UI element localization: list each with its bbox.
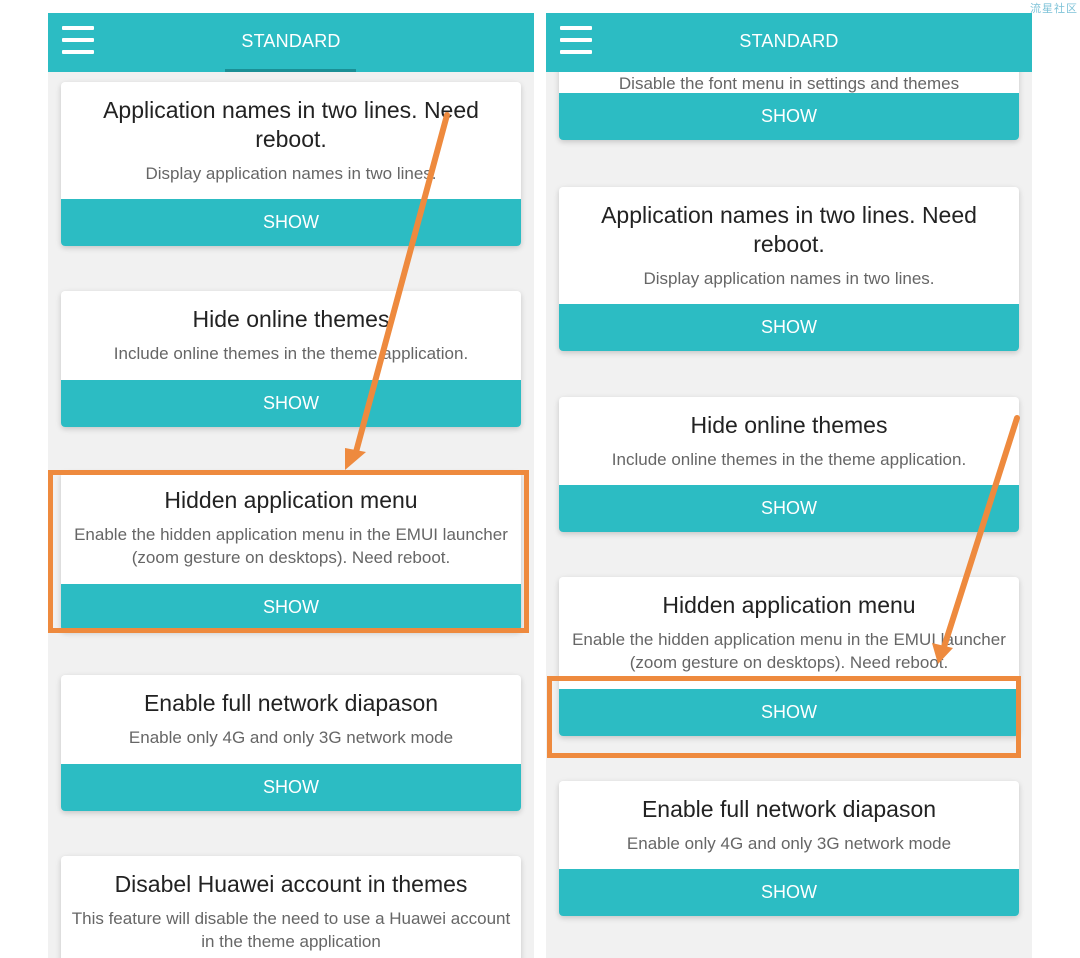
annotation-arrow-icon <box>345 112 1020 664</box>
